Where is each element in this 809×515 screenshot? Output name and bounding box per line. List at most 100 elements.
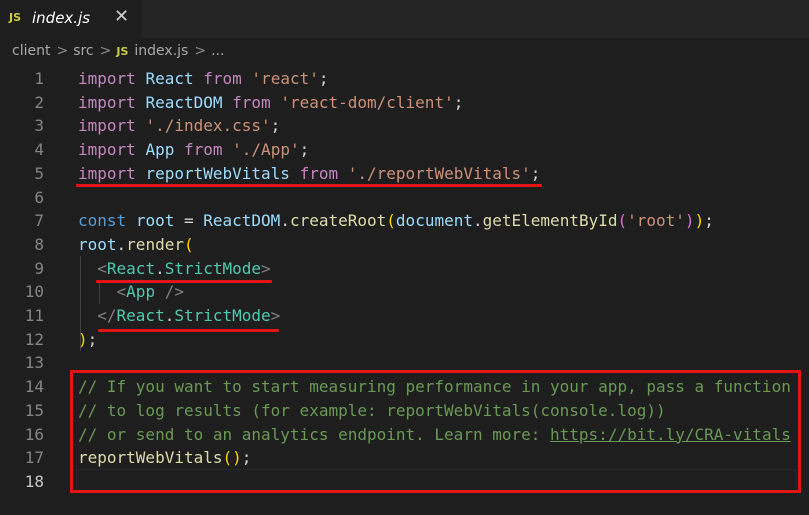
underline-annotation-strictmode-open — [96, 280, 272, 283]
line-number: 5 — [34, 163, 44, 183]
code-token: . — [116, 234, 127, 254]
code-token: import — [78, 92, 136, 112]
code-token: from — [183, 140, 223, 160]
code-token: . — [155, 258, 165, 278]
code-token: import — [78, 69, 136, 88]
underline-annotation-strictmode-close — [98, 329, 279, 332]
code-line[interactable]: 11 </React.StrictMode> — [0, 304, 809, 328]
code-text[interactable]: const root = ReactDOM.createRoot(documen… — [78, 209, 714, 233]
code-token: ) — [694, 211, 705, 231]
code-token: './index.css' — [145, 116, 271, 136]
code-text[interactable]: import reportWebVitals from './reportWeb… — [78, 162, 540, 186]
code-line[interactable]: 5 import reportWebVitals from './reportWe… — [0, 162, 809, 186]
line-number: 18 — [24, 471, 44, 491]
code-token: ; — [299, 140, 310, 160]
code-token: = — [174, 211, 204, 231]
line-number: 8 — [34, 234, 44, 254]
javascript-file-icon: JS — [116, 45, 129, 58]
code-token: root — [78, 234, 117, 254]
line-number: 17 — [24, 448, 44, 468]
code-token: ; — [530, 163, 541, 183]
code-line[interactable]: 7 const root = ReactDOM.createRoot(docume… — [0, 209, 809, 233]
code-line[interactable]: 2 import ReactDOM from 'react-dom/client'… — [0, 91, 809, 115]
line-number: 4 — [34, 140, 44, 160]
code-token: import — [78, 163, 136, 183]
code-token: getElementById — [482, 211, 618, 231]
line-number: 15 — [24, 400, 44, 420]
chevron-right-icon: > — [99, 43, 112, 59]
code-token: StrictMode — [174, 306, 271, 325]
code-line[interactable]: 3 import './index.css'; — [0, 114, 809, 138]
javascript-file-icon: JS — [9, 11, 22, 24]
code-token: 'react' — [251, 69, 319, 88]
breadcrumb: client > src > JS index.js >... — [12, 43, 227, 65]
line-number: 13 — [24, 353, 44, 373]
code-token: < — [97, 258, 107, 278]
code-line[interactable]: 9 <React.StrictMode> — [0, 257, 809, 281]
code-token: './reportWebVitals' — [347, 163, 531, 183]
code-text[interactable]: </React.StrictMode> — [78, 304, 280, 328]
code-token: root — [135, 211, 175, 231]
line-number: 14 — [24, 377, 44, 397]
code-token: ( — [617, 211, 628, 231]
code-token: StrictMode — [164, 258, 262, 278]
code-token: ( — [183, 234, 194, 254]
tab-index-js[interactable]: JS index.js ✕ — [0, 0, 142, 38]
line-number: 12 — [24, 329, 44, 349]
line-number: 3 — [34, 116, 44, 136]
code-text[interactable]: <App /> — [78, 280, 184, 304]
code-line[interactable]: 8 root.render( — [0, 233, 809, 257]
code-token: const — [78, 211, 127, 231]
line-number: 16 — [24, 424, 44, 444]
line-number: 7 — [34, 211, 44, 231]
code-token: App — [145, 140, 175, 160]
editor-tab-bar: JS index.js ✕ — [0, 0, 809, 38]
breadcrumb-item-symbols[interactable]: ... — [211, 43, 224, 59]
line-number: 1 — [34, 69, 44, 88]
code-token: React — [106, 258, 156, 278]
code-text[interactable]: import React from 'react'; — [78, 67, 329, 91]
code-line[interactable]: 1 import React from 'react'; — [0, 67, 809, 91]
code-token: from — [203, 69, 242, 88]
code-token: ) — [684, 211, 695, 231]
chevron-right-icon: > — [56, 43, 69, 59]
line-number: 2 — [34, 92, 44, 112]
close-icon[interactable]: ✕ — [114, 6, 129, 27]
code-text[interactable]: root.render( — [78, 233, 194, 257]
tab-filename: index.js — [32, 9, 91, 27]
code-token: ( — [386, 211, 396, 231]
line-number: 11 — [24, 306, 44, 325]
code-text[interactable]: import App from './App'; — [78, 138, 309, 162]
code-text[interactable]: import ReactDOM from 'react-dom/client'; — [78, 91, 463, 115]
code-token: ; — [270, 116, 281, 136]
code-token: React — [116, 306, 165, 325]
code-token: . — [164, 306, 175, 325]
breadcrumb-item-file[interactable]: index.js — [134, 43, 188, 59]
code-token: . — [472, 211, 483, 231]
code-token: ; — [453, 92, 464, 112]
code-text[interactable]: import './index.css'; — [78, 114, 280, 138]
code-token: reportWebVitals — [145, 163, 290, 183]
code-line[interactable]: 6 — [0, 186, 809, 210]
code-token: > — [261, 258, 271, 278]
code-token: 'react-dom/client' — [280, 92, 454, 112]
code-token: render — [126, 234, 184, 254]
code-line[interactable]: 4 import App from './App'; — [0, 138, 809, 162]
code-token: 'root' — [627, 211, 685, 231]
breadcrumb-item-client[interactable]: client — [12, 43, 50, 59]
code-text[interactable]: ); — [78, 328, 97, 352]
code-text[interactable]: <React.StrictMode> — [78, 257, 271, 281]
code-token: . — [280, 211, 290, 231]
code-token: ; — [87, 329, 98, 349]
code-line[interactable]: 10 <App /> — [0, 280, 809, 304]
breadcrumb-item-src[interactable]: src — [73, 43, 93, 59]
code-token: createRoot — [289, 211, 387, 231]
